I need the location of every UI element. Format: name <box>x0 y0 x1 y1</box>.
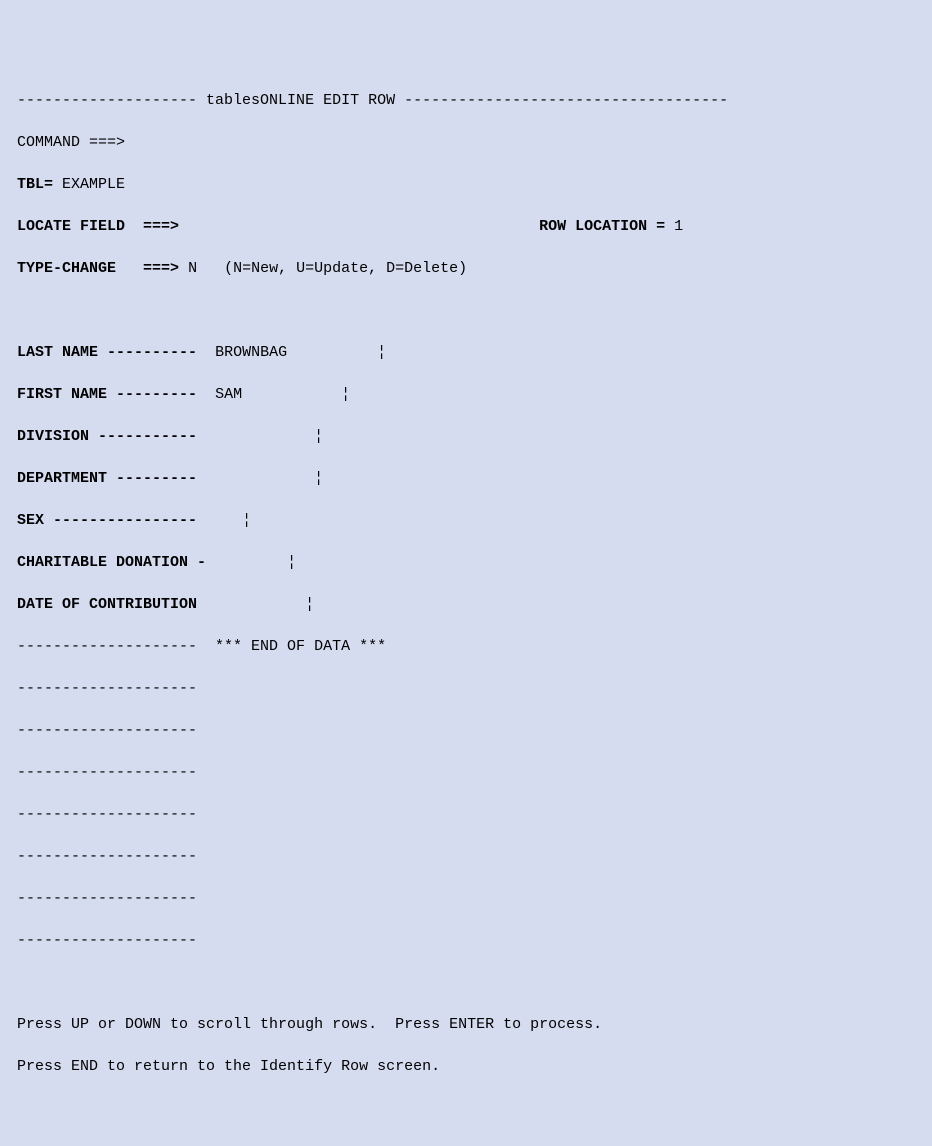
row-location-label: ROW LOCATION = <box>539 218 665 235</box>
division-label: DIVISION ----------- <box>17 428 197 445</box>
footer-line-1: Press UP or DOWN to scroll through rows.… <box>8 1014 924 1035</box>
field-department: DEPARTMENT --------- ¦ <box>8 468 924 489</box>
last-name-value[interactable]: BROWNBAG ¦ <box>215 344 386 361</box>
blank-dashes-2: -------------------- <box>8 720 924 741</box>
type-change-label: TYPE-CHANGE ===> <box>17 260 179 277</box>
blank-line-2 <box>8 972 924 993</box>
title-line: -------------------- tablesONLINE EDIT R… <box>8 90 924 111</box>
tbl-label: TBL= <box>17 176 53 193</box>
date-value[interactable]: ¦ <box>215 596 314 613</box>
field-sex: SEX ---------------- ¦ <box>8 510 924 531</box>
type-change-line: TYPE-CHANGE ===> N (N=New, U=Update, D=D… <box>8 258 924 279</box>
field-last-name: LAST NAME ---------- BROWNBAG ¦ <box>8 342 924 363</box>
type-change-input[interactable]: N <box>188 260 197 277</box>
command-line[interactable]: COMMAND ===> <box>8 132 924 153</box>
field-charitable: CHARITABLE DONATION - ¦ <box>8 552 924 573</box>
division-value[interactable]: ¦ <box>215 428 323 445</box>
blank-dashes-5: -------------------- <box>8 846 924 867</box>
blank-dashes-4: -------------------- <box>8 804 924 825</box>
last-name-label: LAST NAME ---------- <box>17 344 197 361</box>
blank-dashes-3: -------------------- <box>8 762 924 783</box>
type-change-hint: (N=New, U=Update, D=Delete) <box>224 260 467 277</box>
charitable-value[interactable]: ¦ <box>215 554 296 571</box>
locate-field-label: LOCATE FIELD ===> <box>17 218 179 235</box>
screen-title: tablesONLINE EDIT ROW <box>206 92 395 109</box>
field-division: DIVISION ----------- ¦ <box>8 426 924 447</box>
blank-line <box>8 300 924 321</box>
blank-dashes-6: -------------------- <box>8 888 924 909</box>
end-of-data-line: -------------------- *** END OF DATA *** <box>8 636 924 657</box>
eod-dashes: -------------------- <box>8 638 197 655</box>
end-of-data: *** END OF DATA *** <box>215 638 386 655</box>
department-label: DEPARTMENT --------- <box>17 470 197 487</box>
blank-dashes-1: -------------------- <box>8 678 924 699</box>
tbl-value: EXAMPLE <box>62 176 125 193</box>
row-location-value: 1 <box>674 218 683 235</box>
field-date: DATE OF CONTRIBUTION ¦ <box>8 594 924 615</box>
footer-line-2: Press END to return to the Identify Row … <box>8 1056 924 1077</box>
first-name-value[interactable]: SAM ¦ <box>215 386 350 403</box>
department-value[interactable]: ¦ <box>215 470 323 487</box>
charitable-label: CHARITABLE DONATION - <box>17 554 206 571</box>
command-label: COMMAND ===> <box>17 132 125 153</box>
tbl-line: TBL= EXAMPLE <box>8 174 924 195</box>
field-first-name: FIRST NAME --------- SAM ¦ <box>8 384 924 405</box>
blank-dashes-7: -------------------- <box>8 930 924 951</box>
sex-label: SEX ---------------- <box>17 512 197 529</box>
sex-value[interactable]: ¦ <box>215 512 251 529</box>
locate-row-line: LOCATE FIELD ===> ROW LOCATION = 1 <box>8 216 924 237</box>
date-label: DATE OF CONTRIBUTION <box>17 596 197 613</box>
first-name-label: FIRST NAME --------- <box>17 386 197 403</box>
